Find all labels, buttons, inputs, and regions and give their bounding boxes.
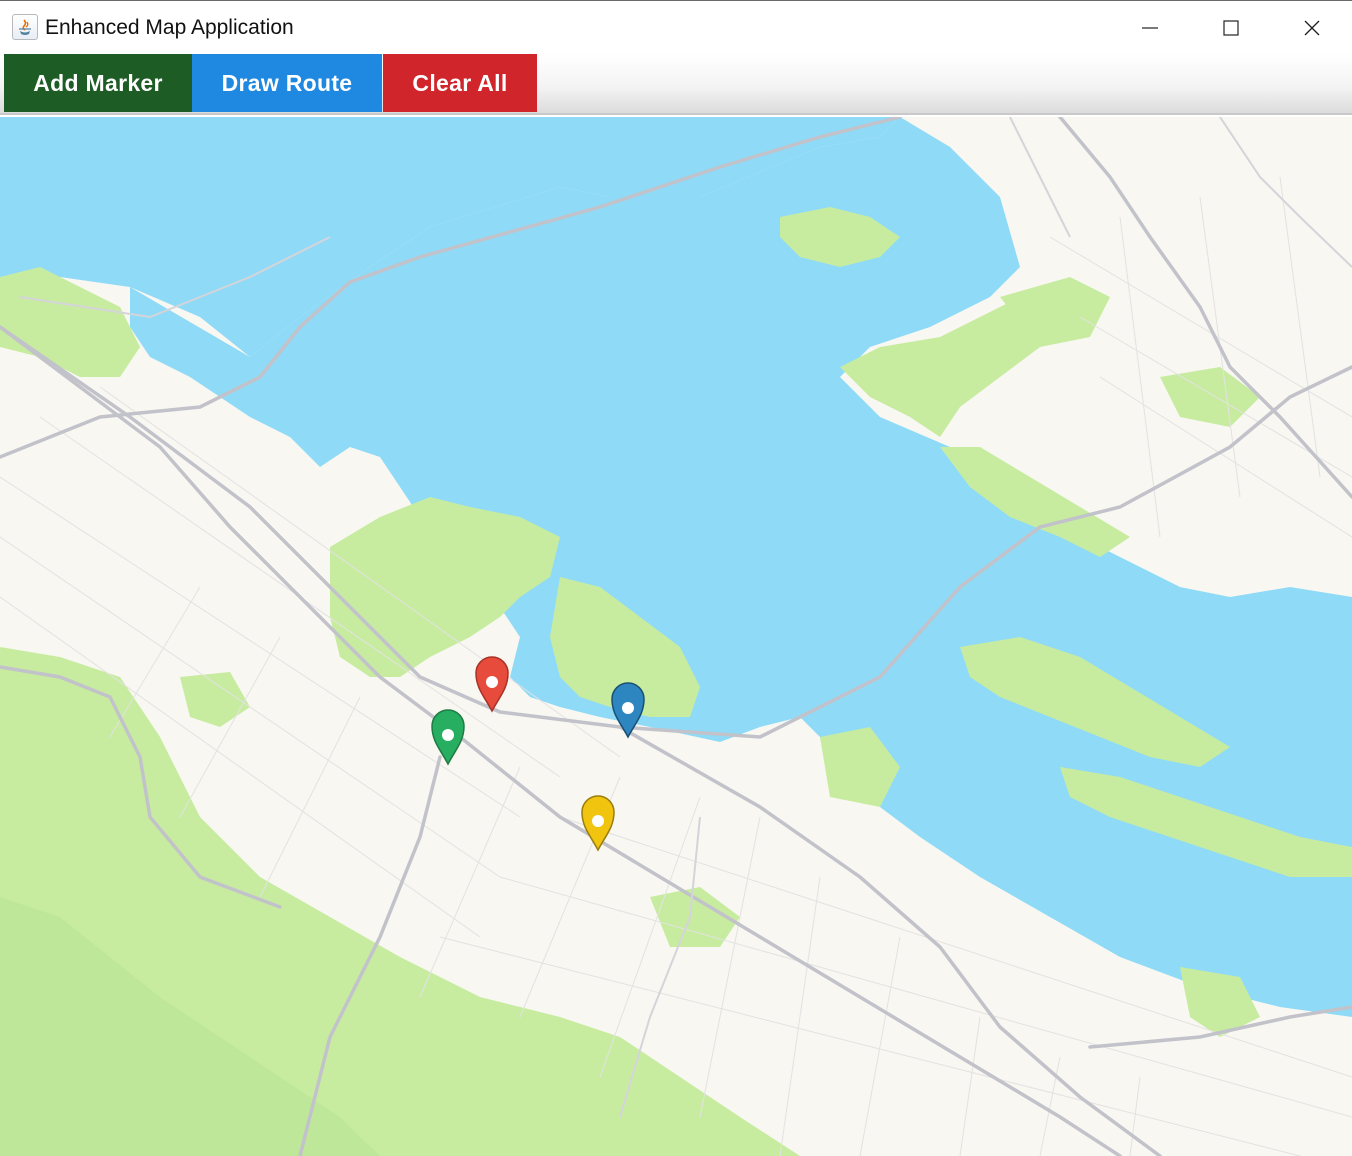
- java-app-icon: [12, 14, 38, 40]
- minimize-button[interactable]: [1110, 1, 1190, 54]
- close-icon: [1304, 20, 1320, 36]
- map-pin-yellow-icon: [581, 795, 615, 852]
- map-marker-red[interactable]: [474, 648, 510, 713]
- map-marker-blue[interactable]: [610, 674, 646, 739]
- maximize-button[interactable]: [1191, 1, 1271, 54]
- window-title: Enhanced Map Application: [45, 16, 294, 39]
- map-marker-green[interactable]: [430, 701, 466, 766]
- map-marker-yellow[interactable]: [580, 787, 616, 852]
- close-button[interactable]: [1272, 1, 1352, 54]
- title-bar[interactable]: Enhanced Map Application: [0, 0, 1352, 53]
- map-pin-green-icon: [431, 709, 465, 766]
- map-pin-blue-icon: [611, 682, 645, 739]
- add-marker-button[interactable]: Add Marker: [4, 54, 192, 112]
- toolbar: Add Marker Draw Route Clear All: [0, 53, 1352, 115]
- draw-route-button[interactable]: Draw Route: [192, 54, 382, 112]
- minimize-icon: [1142, 27, 1158, 29]
- clear-all-button[interactable]: Clear All: [383, 54, 537, 112]
- map-tiles: [0, 117, 1352, 1156]
- map-view[interactable]: [0, 117, 1352, 1156]
- maximize-icon: [1223, 20, 1239, 36]
- map-pin-red-icon: [475, 656, 509, 713]
- app-window: Enhanced Map Application Add Marker Draw…: [0, 0, 1352, 1156]
